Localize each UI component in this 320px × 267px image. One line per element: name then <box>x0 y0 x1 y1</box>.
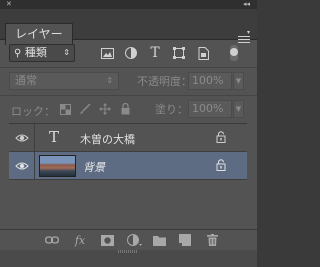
fill-dropdown-icon[interactable]: ▼ <box>233 100 244 118</box>
new-adjustment-layer-icon[interactable] <box>126 232 142 248</box>
lock-transparent-pixels-icon[interactable] <box>57 101 73 117</box>
layer-row-selected[interactable]: 背景 <box>9 152 247 180</box>
layer-name[interactable]: 木曽の大橋 <box>80 131 135 147</box>
layer-thumbnail[interactable] <box>39 155 76 177</box>
blend-mode-select[interactable]: 通常 ⇕ <box>9 72 119 90</box>
filter-toggle-knob <box>230 48 238 56</box>
layer-lock-icon <box>216 159 226 171</box>
tab-layers[interactable]: レイヤー <box>5 23 73 45</box>
resize-grip[interactable] <box>118 250 138 253</box>
chevron-updown-icon: ⇕ <box>63 48 70 57</box>
delete-layer-trash-icon[interactable] <box>204 232 220 248</box>
divider <box>34 152 35 180</box>
lock-label: ロック： <box>11 105 55 118</box>
layer-style-fx-icon[interactable]: fx <box>72 232 88 248</box>
opacity-input[interactable]: 100% <box>188 72 232 90</box>
panel-title-bar[interactable]: ✕ ◂◂ <box>0 0 257 9</box>
search-icon: ⚲ <box>14 48 22 59</box>
pixel-layer-filter-icon[interactable] <box>98 44 116 62</box>
eye-visibility-icon[interactable] <box>15 159 29 173</box>
smart-object-filter-icon[interactable] <box>194 44 212 62</box>
link-layers-icon[interactable] <box>44 232 60 248</box>
collapse-panel-icon[interactable]: ◂◂ <box>243 0 250 9</box>
add-mask-icon[interactable] <box>99 232 115 248</box>
layers-toolbar: fx <box>0 229 257 250</box>
opacity-dropdown-icon[interactable]: ▼ <box>233 72 244 90</box>
shape-layer-filter-icon[interactable] <box>170 44 188 62</box>
panel-menu-icon[interactable]: ▾ <box>238 30 250 45</box>
layer-row[interactable]: T 木曽の大橋 <box>9 124 247 152</box>
fill-label: 塗り： <box>155 103 188 116</box>
layer-name[interactable]: 背景 <box>83 159 105 175</box>
tab-bar: レイヤー ▾ <box>0 9 257 45</box>
divider <box>0 67 257 68</box>
new-group-folder-icon[interactable] <box>151 232 167 248</box>
eye-visibility-icon[interactable] <box>15 131 29 145</box>
opacity-label: 不透明度： <box>137 75 192 88</box>
new-layer-icon[interactable] <box>177 232 193 248</box>
chevron-down-icon: ⇕ <box>106 76 113 85</box>
filter-kind-select[interactable]: ⚲ 種類 ⇕ <box>9 44 75 62</box>
divider <box>0 95 257 96</box>
lock-all-icon[interactable] <box>117 101 133 117</box>
close-panel-icon[interactable]: ✕ <box>6 0 12 9</box>
lock-position-icon[interactable] <box>97 101 113 117</box>
divider <box>34 124 35 152</box>
filter-kind-label: 種類 <box>24 46 47 59</box>
type-layer-filter-icon[interactable]: T <box>146 44 164 62</box>
adjustment-layer-filter-icon[interactable] <box>122 44 140 62</box>
blend-mode-value: 通常 <box>15 74 37 87</box>
text-layer-icon: T <box>49 128 60 146</box>
layers-panel: ✕ ◂◂ レイヤー ▾ ⚲ 種類 ⇕ T 通常 ⇕ 不透明度： 100% ▼ ロ… <box>0 0 257 267</box>
layer-lock-icon <box>216 131 226 143</box>
fill-input[interactable]: 100% <box>188 100 232 118</box>
layers-list: T 木曽の大橋 背景 <box>9 123 247 232</box>
lock-image-pixels-icon[interactable] <box>77 101 93 117</box>
